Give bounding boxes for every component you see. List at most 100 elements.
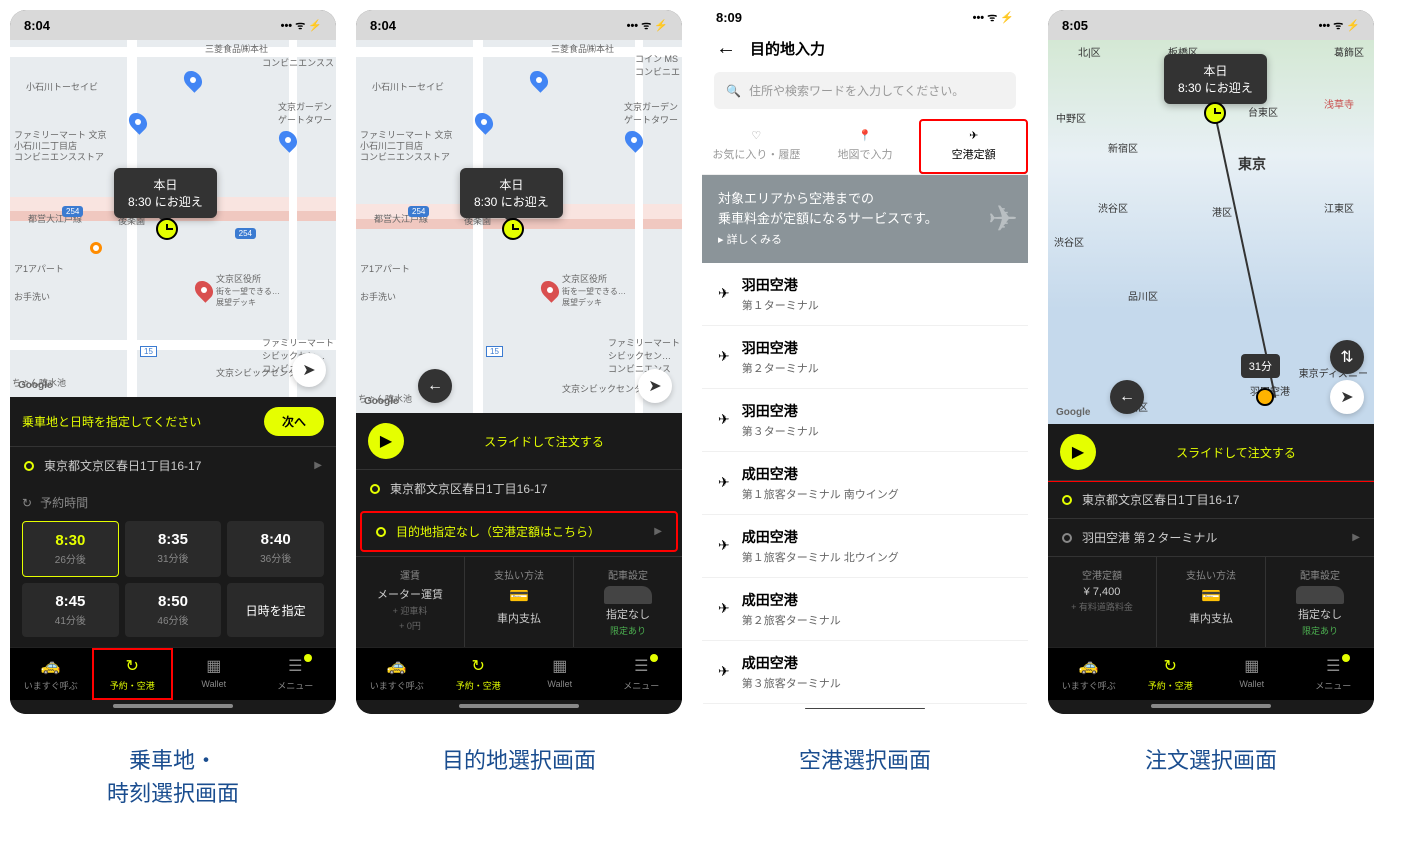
airport-option[interactable]: ✈羽田空港第３ターミナル — [702, 389, 1028, 452]
airport-option[interactable]: ✈羽田空港第１ターミナル — [702, 263, 1028, 326]
map-poi-label: 文京区役所 — [216, 272, 261, 285]
destination-pin-icon — [1256, 388, 1274, 406]
dest-dot-icon — [1062, 533, 1072, 543]
back-button[interactable]: ← — [418, 369, 452, 403]
pickup-location-row[interactable]: 東京都文京区春日1丁目16-17 ▶ — [10, 446, 336, 484]
tab-menu[interactable]: ☰メニュー — [601, 648, 683, 700]
slide-to-order[interactable]: ▶ スライドして注文する — [1048, 422, 1374, 482]
car-silhouette-icon — [1296, 586, 1344, 604]
time-specify-button[interactable]: 日時を指定 — [227, 583, 324, 637]
locate-button[interactable]: ➤ — [638, 369, 672, 403]
promo-banner[interactable]: 対象エリアから空港までの 乗車料金が定額になるサービスです。 ▸ 詳しくみる ✈ — [702, 175, 1028, 263]
plane-icon: ✈ — [718, 663, 730, 680]
destination-row[interactable]: 目的地指定なし（空港定額はこちら） ▶ — [360, 511, 678, 552]
map-view[interactable]: 北|区 板橋区 葛飾区 中野区 新宿区 台東区 浅草寺 東京 渋谷区 港区 江東… — [1048, 40, 1374, 424]
slide-to-order[interactable]: ▶ スライドして注文する — [356, 413, 682, 469]
pickup-dot-icon — [370, 484, 380, 494]
pickup-tooltip: 本日8:30 にお迎え — [1164, 54, 1267, 104]
swap-button[interactable]: ⇅ — [1330, 340, 1364, 374]
tab-now[interactable]: 🚕いますぐ呼ぶ — [356, 648, 438, 700]
map-poi-label: 文京ガーデン ゲートタワー — [278, 100, 332, 126]
heart-icon: ♡ — [751, 129, 761, 142]
plane-illustration-icon: ✈ — [988, 192, 1018, 246]
plane-icon: ✈ — [718, 285, 730, 302]
map-view[interactable]: 三菱食品㈱本社 コンビニエンスス 小石川トーセイビ ファミリーマート 文京 小石… — [10, 40, 336, 397]
tab-reserve[interactable]: ↻予約・空港 — [92, 648, 174, 700]
tab-menu[interactable]: ☰メニュー — [1293, 648, 1375, 700]
panel-instruction: 乗車地と日時を指定してください — [22, 413, 201, 430]
card-icon: 💳 — [1163, 586, 1259, 606]
plane-icon: ✈ — [718, 600, 730, 617]
dispatch-cell[interactable]: 配車設定 指定なし 限定あり — [574, 557, 682, 647]
time-option[interactable]: 8:4036分後 — [227, 521, 324, 577]
tab-wallet[interactable]: ▦Wallet — [519, 648, 601, 700]
chevron-right-icon: ▶ — [1352, 532, 1360, 543]
locate-button[interactable]: ➤ — [1330, 380, 1364, 414]
tab-favorites[interactable]: ♡お気に入り・履歴 — [702, 119, 811, 174]
plane-icon: ✈ — [718, 348, 730, 365]
airport-option[interactable]: ✈成田空港第１旅客ターミナル 南ウイング — [702, 452, 1028, 515]
fare-cell[interactable]: 運賃 メーター運賃 + 迎車料 + 0円 — [356, 557, 464, 647]
back-button[interactable]: ← — [1110, 380, 1144, 414]
pickup-location-row[interactable]: 東京都文京区春日1丁目16-17 — [1048, 480, 1374, 518]
locate-button[interactable]: ➤ — [292, 353, 326, 387]
clock-pin-icon — [502, 218, 524, 240]
time-option[interactable]: 8:4541分後 — [22, 583, 119, 637]
home-indicator — [459, 704, 579, 708]
qr-icon: ▦ — [204, 656, 224, 676]
search-input[interactable]: 🔍 住所や検索ワードを入力してください。 — [714, 72, 1016, 109]
time-option[interactable]: 8:3026分後 — [22, 521, 119, 577]
fare-cell[interactable]: 空港定額 ¥ 7,400 + 有料道路料金 — [1048, 557, 1156, 647]
phone-screen-1: 8:04 ••• ᯤ ⚡ 三菱食品㈱本社 コンビニエンスス 小石川トーセイビ フ… — [10, 10, 336, 810]
map-poi-label: コンビニエンスス — [262, 56, 334, 69]
airport-option[interactable]: ✈羽田空港第２ターミナル — [702, 326, 1028, 389]
map-view[interactable]: 三菱食品㈱本社 コイン MS コンビニエ 小石川トーセイビ ファミリーマート 文… — [356, 40, 682, 413]
airport-option[interactable]: ✈成田空港第２旅客ターミナル — [702, 578, 1028, 641]
status-icons: ••• ᯤ ⚡ — [281, 18, 322, 33]
search-icon: 🔍 — [726, 84, 741, 98]
airport-option[interactable]: ✈成田空港第１旅客ターミナル 北ウイング — [702, 515, 1028, 578]
next-button[interactable]: 次へ — [264, 407, 324, 436]
airport-list: ✈羽田空港第１ターミナル ✈羽田空港第２ターミナル ✈羽田空港第３ターミナル ✈… — [702, 263, 1028, 704]
pickup-tooltip: 本日8:30 にお迎え — [460, 168, 563, 218]
status-bar: 8:05 ••• ᯤ ⚡ — [1048, 10, 1374, 40]
time-option[interactable]: 8:3531分後 — [125, 521, 222, 577]
phone-screen-2: 8:04 ••• ᯤ ⚡ 三菱食品㈱本社 コイン MS コンビニエ 小石川トーセ… — [356, 10, 682, 810]
tab-now[interactable]: 🚕いますぐ呼ぶ — [1048, 648, 1130, 700]
payment-cell[interactable]: 支払い方法 💳 車内支払 — [1157, 557, 1265, 647]
slide-handle-icon[interactable]: ▶ — [1060, 434, 1096, 470]
chevron-right-icon: ▶ — [654, 526, 662, 537]
time-option[interactable]: 8:5046分後 — [125, 583, 222, 637]
back-icon[interactable]: ← — [716, 37, 736, 60]
tab-reserve[interactable]: ↻予約・空港 — [438, 648, 520, 700]
tab-wallet[interactable]: ▦Wallet — [173, 648, 255, 700]
tab-wallet[interactable]: ▦Wallet — [1211, 648, 1293, 700]
card-icon: 💳 — [471, 586, 567, 606]
payment-cell[interactable]: 支払い方法 💳 車内支払 — [465, 557, 573, 647]
car-icon: 🚕 — [41, 656, 61, 676]
tab-menu[interactable]: ☰メニュー — [255, 648, 337, 700]
map-poi-label: 街を一望できる… 展望デッキ — [216, 286, 280, 308]
car-silhouette-icon — [604, 586, 652, 604]
caption: 注文選択画面 — [1048, 744, 1374, 777]
dispatch-cell[interactable]: 配車設定 指定なし 限定あり — [1266, 557, 1374, 647]
clock-icon: ↻ — [122, 656, 142, 676]
phone-screen-4: 8:05 ••• ᯤ ⚡ 北|区 板橋区 葛飾区 中野区 新宿区 台東区 浅草寺… — [1048, 10, 1374, 810]
tab-airport-flat[interactable]: ✈空港定額 — [919, 119, 1028, 174]
bottom-panel: ▶ スライドして注文する 東京都文京区春日1丁目16-17 目的地指定なし（空港… — [356, 413, 682, 714]
pickup-dot-icon — [1062, 495, 1072, 505]
airport-option[interactable]: ✈成田空港第３旅客ターミナル — [702, 641, 1028, 704]
status-time: 8:05 — [1062, 18, 1088, 33]
pickup-dot-icon — [24, 461, 34, 471]
map-poi-label: 三菱食品㈱本社 — [205, 42, 268, 55]
tab-map-input[interactable]: 📍地図で入力 — [811, 119, 920, 174]
tab-reserve[interactable]: ↻予約・空港 — [1130, 648, 1212, 700]
clock-pin-icon — [156, 218, 178, 240]
poi-ward-office — [196, 280, 212, 300]
destination-row[interactable]: 羽田空港 第２ターミナル ▶ — [1048, 518, 1374, 556]
tab-now[interactable]: 🚕いますぐ呼ぶ — [10, 648, 92, 700]
status-time: 8:09 — [716, 10, 742, 25]
pickup-location-row[interactable]: 東京都文京区春日1丁目16-17 — [356, 469, 682, 507]
slide-handle-icon[interactable]: ▶ — [368, 423, 404, 459]
status-icons: ••• ᯤ ⚡ — [627, 18, 668, 33]
